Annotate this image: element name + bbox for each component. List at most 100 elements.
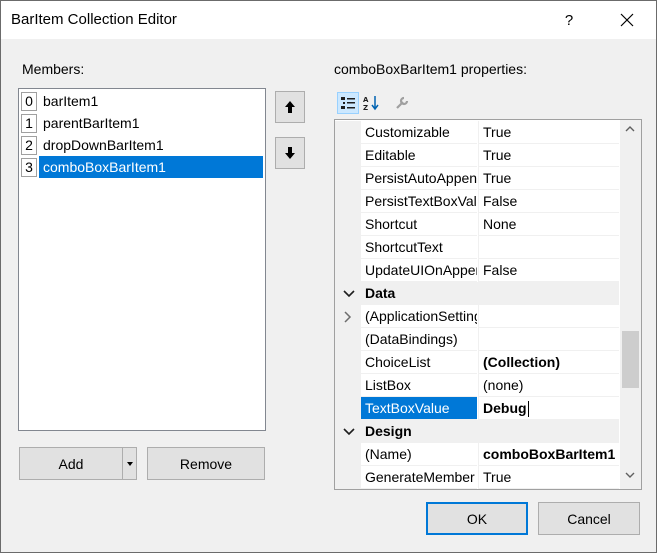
property-value[interactable]: (none) [478,374,619,397]
svg-text:Z: Z [363,104,368,111]
property-name: Customizable [361,121,477,144]
member-index: 1 [21,114,37,133]
member-item[interactable]: 3 comboBoxBarItem1 [19,156,265,178]
window-title: BarItem Collection Editor [11,11,177,28]
property-margin [335,213,361,236]
property-value[interactable] [478,328,619,351]
member-item[interactable]: 0 barItem1 [19,90,265,112]
property-name: GenerateMember [361,466,477,489]
alphabetical-button[interactable]: A Z [361,92,383,114]
property-value[interactable]: True [478,167,619,190]
property-margin [335,259,361,282]
property-value[interactable] [478,236,619,259]
arrow-up-icon [285,101,295,113]
property-grid[interactable]: Customizable True Editable True PersistAutoA… [334,119,642,490]
property-row[interactable]: (DataBindings) [335,328,619,351]
ok-button[interactable]: OK [426,502,528,535]
property-name: (ApplicationSettings) [361,305,477,328]
property-value[interactable]: comboBoxBarItem1 [478,443,619,466]
cancel-button[interactable]: Cancel [538,502,640,535]
property-row[interactable]: PersistTextBoxValue False [335,190,619,213]
property-row[interactable]: TextBoxValue Debug [335,397,619,420]
property-row[interactable]: Customizable True [335,121,619,144]
member-item[interactable]: 1 parentBarItem1 [19,112,265,134]
property-name: (DataBindings) [361,328,477,351]
property-margin [335,190,361,213]
chevron-right-icon[interactable] [342,310,354,324]
property-row[interactable]: Shortcut None [335,213,619,236]
property-value[interactable]: True [478,466,619,489]
move-down-button[interactable] [275,137,305,169]
property-margin [335,443,361,466]
property-name: PersistTextBoxValue [361,190,477,213]
category-design[interactable]: Design [335,420,619,443]
property-value[interactable] [478,305,619,328]
member-name: barItem1 [43,93,99,109]
scroll-down-icon[interactable] [625,472,635,478]
property-margin [335,351,361,374]
category-data[interactable]: Data [335,282,619,305]
help-button[interactable]: ? [549,1,589,39]
property-value[interactable]: False [478,190,619,213]
title-bar: BarItem Collection Editor ? [1,1,656,39]
property-name: PersistAutoAppend [361,167,477,190]
property-row[interactable]: GenerateMember True [335,466,619,489]
property-pages-button[interactable] [391,92,413,114]
category-label: Design [365,423,412,439]
move-up-button[interactable] [275,91,305,123]
collection-editor-dialog: BarItem Collection Editor ? Members: 0 ba… [0,0,657,553]
property-value[interactable]: True [478,121,619,144]
svg-text:A: A [363,96,369,104]
chevron-down-icon[interactable] [342,287,356,301]
close-icon [620,13,634,27]
property-row[interactable]: (Name) comboBoxBarItem1 [335,443,619,466]
property-margin [335,305,361,328]
properties-label: comboBoxBarItem1 properties: [334,61,527,77]
property-row[interactable]: ChoiceList (Collection) [335,351,619,374]
property-value[interactable]: Debug [478,397,619,420]
scroll-up-icon[interactable] [625,126,635,132]
property-grid-scrollbar[interactable] [620,120,641,489]
remove-button[interactable]: Remove [147,447,265,480]
add-dropdown-arrow[interactable] [122,448,136,479]
property-margin [335,466,361,489]
property-value[interactable]: False [478,259,619,282]
property-value-text: False [483,262,518,278]
categorized-button[interactable] [337,92,359,114]
property-value-text: Debug [483,400,527,416]
close-button[interactable] [607,1,647,39]
property-value-text: True [483,469,512,485]
members-label: Members: [22,61,85,77]
property-row[interactable]: (ApplicationSettings) [335,305,619,328]
property-row[interactable]: PersistAutoAppend True [335,167,619,190]
property-name: ListBox [361,374,477,397]
member-name: parentBarItem1 [43,115,140,131]
chevron-down-icon [126,461,133,466]
property-value-text: (none) [483,377,524,393]
member-name: comboBoxBarItem1 [39,156,263,178]
add-button[interactable]: Add [19,447,137,480]
property-name: ChoiceList [361,351,477,374]
member-item[interactable]: 2 dropDownBarItem1 [19,134,265,156]
property-value[interactable]: True [478,144,619,167]
text-caret [527,401,529,418]
property-row[interactable]: Editable True [335,144,619,167]
members-list[interactable]: 0 barItem1 1 parentBarItem1 2 dropDownBarItem… [18,88,266,431]
property-name: TextBoxValue [361,397,477,420]
scrollbar-thumb[interactable] [622,331,639,388]
cancel-button-label: Cancel [567,510,611,527]
property-value-text: True [483,124,512,140]
property-value-text: False [483,193,518,209]
categorized-icon [341,97,355,109]
member-name: dropDownBarItem1 [43,137,164,153]
property-value[interactable]: None [478,213,619,236]
chevron-down-icon[interactable] [342,425,356,439]
property-value[interactable]: (Collection) [478,351,619,374]
property-margin [335,121,361,144]
property-row[interactable]: ListBox (none) [335,374,619,397]
property-name: (Name) [361,443,477,466]
property-name: Editable [361,144,477,167]
property-row[interactable]: ShortcutText [335,236,619,259]
help-icon: ? [564,11,574,29]
property-row[interactable]: UpdateUIOnAppend False [335,259,619,282]
